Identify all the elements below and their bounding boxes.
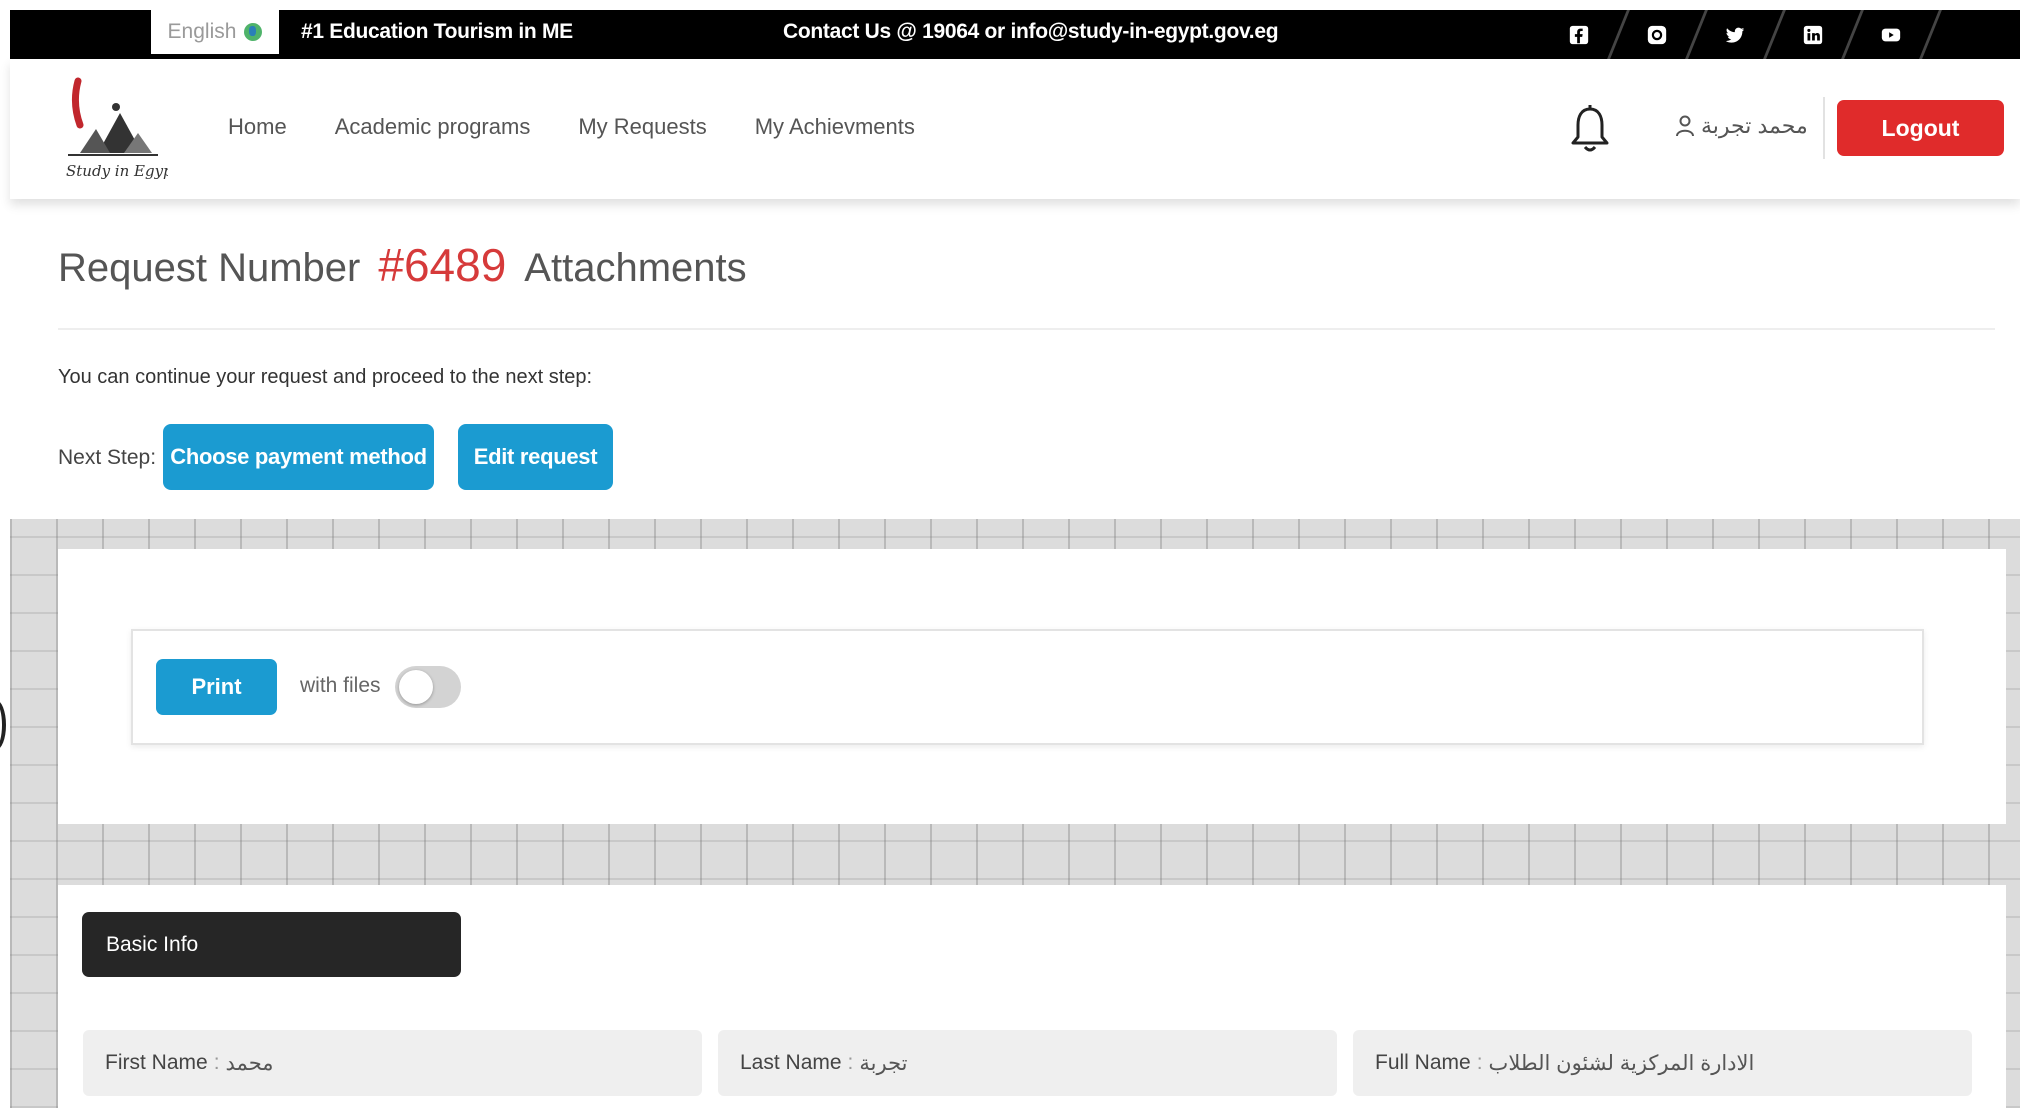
decorative-pattern-background bbox=[10, 519, 2020, 1108]
bell-icon bbox=[1571, 105, 1609, 152]
globe-icon bbox=[244, 23, 263, 41]
logo-graphic: Study in Egypt bbox=[66, 77, 180, 180]
user-name: محمد تجربة bbox=[1701, 113, 1808, 138]
youtube-icon bbox=[1881, 28, 1901, 41]
youtube-link[interactable] bbox=[1852, 10, 1930, 59]
basic-info-heading[interactable]: Basic Info bbox=[82, 912, 461, 977]
logout-button[interactable]: Logout bbox=[1837, 100, 2004, 156]
last-name-value: تجربة bbox=[859, 1051, 908, 1075]
main-nav: Home Academic programs My Requests My Ac… bbox=[228, 114, 915, 140]
field-separator: : bbox=[847, 1051, 854, 1074]
nav-my-achievements[interactable]: My Achievments bbox=[755, 114, 915, 140]
nav-home[interactable]: Home bbox=[228, 114, 287, 140]
main-header: Study in Egypt Home Academic programs My… bbox=[10, 59, 2020, 199]
field-separator: : bbox=[1476, 1051, 1483, 1074]
print-button[interactable]: Print bbox=[156, 659, 277, 715]
full-name-value: الادارة المركزية لشئون الطلاب bbox=[1488, 1051, 1755, 1075]
header-divider bbox=[1823, 97, 1825, 159]
twitter-icon bbox=[1725, 27, 1745, 43]
linkedin-link[interactable] bbox=[1774, 10, 1852, 59]
language-switcher[interactable]: English bbox=[151, 10, 279, 54]
twitter-link[interactable] bbox=[1696, 10, 1774, 59]
title-prefix: Request Number bbox=[58, 246, 361, 290]
next-step-label: Next Step: bbox=[58, 446, 157, 469]
last-name-label: Last Name bbox=[740, 1051, 842, 1074]
first-name-value: محمد bbox=[225, 1051, 274, 1075]
with-files-toggle[interactable] bbox=[395, 666, 461, 708]
with-files-label: with files bbox=[300, 674, 381, 697]
title-suffix: Attachments bbox=[524, 246, 747, 290]
first-name-field: First Name: محمد bbox=[83, 1030, 702, 1096]
user-icon bbox=[1676, 115, 1694, 137]
nav-my-requests[interactable]: My Requests bbox=[578, 114, 706, 140]
instagram-icon bbox=[1647, 25, 1667, 44]
full-name-field: Full Name: الادارة المركزية لشئون الطلاب bbox=[1353, 1030, 1972, 1096]
language-label: English bbox=[167, 20, 237, 43]
social-links bbox=[1540, 10, 1940, 59]
linkedin-icon bbox=[1803, 25, 1823, 44]
last-name-field: Last Name: تجربة bbox=[718, 1030, 1337, 1096]
tagline: #1 Education Tourism in ME bbox=[301, 20, 573, 43]
first-name-label: First Name bbox=[105, 1051, 208, 1074]
nav-academic-programs[interactable]: Academic programs bbox=[335, 114, 531, 140]
continue-text: You can continue your request and procee… bbox=[58, 366, 593, 388]
request-number: #6489 bbox=[378, 239, 507, 291]
full-name-label: Full Name bbox=[1375, 1051, 1471, 1074]
title-divider bbox=[58, 328, 1995, 330]
instagram-link[interactable] bbox=[1618, 10, 1696, 59]
side-scroll-indicator bbox=[0, 700, 6, 750]
choose-payment-method-button[interactable]: Choose payment method bbox=[163, 424, 434, 490]
field-separator: : bbox=[213, 1051, 220, 1074]
top-bar: English #1 Education Tourism in ME Conta… bbox=[10, 10, 2020, 59]
page-title: Request Number #6489 Attachments bbox=[58, 238, 747, 292]
study-in-egypt-logo[interactable]: Study in Egypt bbox=[58, 73, 180, 185]
svg-text:Study in Egypt: Study in Egypt bbox=[66, 162, 168, 180]
facebook-link[interactable] bbox=[1540, 10, 1618, 59]
edit-request-button[interactable]: Edit request bbox=[458, 424, 613, 490]
facebook-icon bbox=[1569, 25, 1589, 44]
contact-info: Contact Us @ 19064 or info@study-in-egyp… bbox=[783, 20, 1279, 43]
user-menu[interactable]: محمد تجربة bbox=[1675, 113, 1808, 139]
notifications-button[interactable] bbox=[1568, 103, 1612, 155]
